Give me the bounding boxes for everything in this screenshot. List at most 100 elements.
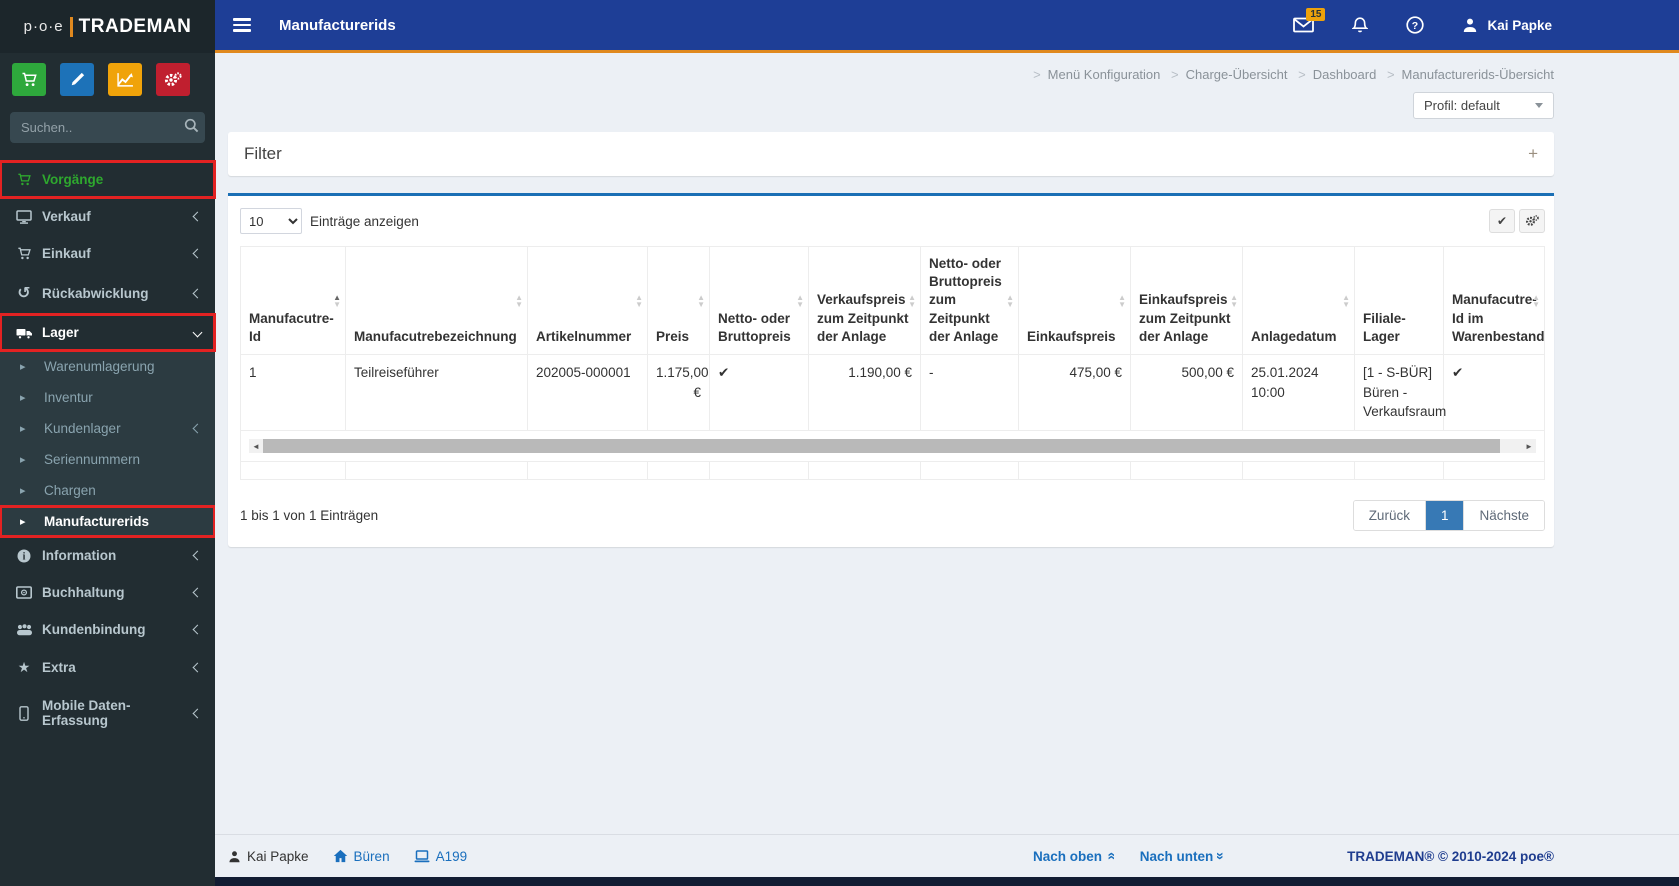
pagination-page-1-button[interactable]: 1 [1424, 501, 1464, 531]
quick-settings-button[interactable] [156, 63, 190, 96]
info-icon: i [14, 549, 34, 563]
sidebar: p·o·e TRADEMAN Suchen.. Vorgänge Verkauf… [0, 0, 216, 886]
column-header-anlagedatum[interactable]: ▲ ▼ Anlagedatum [1242, 245, 1355, 356]
sidebar-subitem-manufacturerids[interactable]: ▸ Manufacturerids [0, 505, 216, 538]
breadcrumb-item[interactable]: Menü Konfiguration [1026, 67, 1160, 82]
sidebar-item-information[interactable]: i Information [0, 537, 215, 574]
sidebar-item-kundenbindung[interactable]: Kundenbindung [0, 611, 215, 648]
column-header-artikelnummer[interactable]: ▲ ▼ Artikelnummer [527, 245, 648, 356]
column-header-manufacutrebezeichnung[interactable]: ▲ ▼ Manufacutrebezeichnung [345, 245, 528, 356]
bell-icon [1352, 16, 1369, 34]
sidebar-item-label: Buchhaltung [42, 585, 125, 600]
scrollbar-thumb[interactable] [263, 439, 1500, 454]
sidebar-subitem-label: Inventur [44, 390, 93, 405]
breadcrumb-item[interactable]: Manufacturerids-Übersicht [1380, 67, 1554, 82]
pagination-next-button[interactable]: Nächste [1463, 501, 1544, 531]
page-length-select[interactable]: 10 [240, 208, 302, 234]
sidebar-item-extra[interactable]: ★ Extra [0, 648, 215, 687]
sidebar-subitem-inventur[interactable]: ▸ Inventur [0, 382, 215, 413]
breadcrumb-item[interactable]: Charge-Übersicht [1164, 67, 1287, 82]
logo-brand-text: TRADEMAN [78, 15, 192, 37]
notifications-button[interactable] [1352, 16, 1369, 34]
caret-right-icon: ▸ [20, 485, 26, 497]
select-all-button[interactable]: ✔ [1489, 209, 1515, 233]
user-menu-button[interactable]: Kai Papke [1462, 17, 1552, 33]
sort-icons: ▲ ▼ [796, 294, 804, 309]
column-header-preis[interactable]: ▲ ▼ Preis [647, 245, 710, 356]
sort-icons: ▲ ▼ [333, 294, 341, 309]
sort-icons: ▲ ▼ [697, 294, 705, 309]
sidebar-subitem-chargen[interactable]: ▸ Chargen [0, 475, 215, 506]
chevron-left-icon [192, 587, 203, 598]
cell-filiale-lager: [1 - S-BÜR] Büren - Verkaufsraum [1354, 354, 1446, 432]
sidebar-item-verkauf[interactable]: Verkauf [0, 198, 215, 235]
footer-user: Kai Papke [228, 849, 309, 864]
search-input[interactable] [10, 112, 205, 143]
sort-desc-icon: ▼ [515, 300, 523, 310]
search-submit-button[interactable] [184, 118, 199, 133]
messages-count-badge: 15 [1306, 8, 1326, 21]
sidebar-item-rueckabwicklung[interactable]: ↺ Rückabwicklung [0, 272, 215, 314]
scroll-to-bottom-link[interactable]: Nach unten » [1140, 848, 1229, 864]
user-name: Kai Papke [1487, 17, 1552, 33]
sidebar-toggle-button[interactable] [233, 18, 251, 32]
sidebar-item-label: Verkauf [42, 209, 91, 224]
column-header-einkaufspreis[interactable]: ▲ ▼ Einkaufspreis [1018, 245, 1131, 356]
profile-select[interactable]: Profil: default [1413, 92, 1554, 119]
search-icon [184, 118, 199, 133]
column-header-verkaufspreis-zum-zeitpunkt[interactable]: ▲ ▼ Verkaufspreis zum Zeitpunkt der Anlag… [808, 245, 921, 356]
column-header-netto-brutto-zum-zeitpunkt[interactable]: ▲ ▼ Netto- oder Bruttopreis zum Zeitpunkt… [920, 245, 1019, 356]
column-header-manufacutre-id-im-warenbestand[interactable]: ▲ ▼ Manufacutre-Id im Warenbestand [1443, 245, 1545, 356]
quick-cart-button[interactable] [12, 63, 46, 96]
sort-desc-icon: ▼ [1532, 300, 1540, 310]
table-settings-button[interactable] [1519, 209, 1545, 233]
help-button[interactable]: ? [1406, 16, 1425, 34]
footer-device-link[interactable]: A199 [414, 849, 467, 864]
lager-submenu: ▸ Warenumlagerung ▸ Inventur ▸ Kundenlag… [0, 351, 216, 538]
table-bottom-bar: 1 bis 1 von 1 Einträgen Zurück 1 Nächste [240, 500, 1545, 532]
column-header-netto-oder-bruttopreis[interactable]: ▲ ▼ Netto- oder Bruttopreis [709, 245, 809, 356]
sidebar-subitem-warenumlagerung[interactable]: ▸ Warenumlagerung [0, 351, 215, 382]
scroll-right-arrow-icon[interactable]: ► [1522, 441, 1536, 451]
column-header-filiale-lager[interactable]: Filiale-Lager [1354, 245, 1444, 356]
double-chevron-down-icon: » [1213, 852, 1230, 860]
copyright-text: TRADEMAN® © 2010-2024 poe® [1347, 848, 1554, 864]
chevron-left-icon [192, 211, 203, 222]
sidebar-item-mobile-daten-erfassung[interactable]: Mobile Daten-Erfassung [0, 687, 215, 739]
cell-anlagedatum: 25.01.2024 10:00 [1242, 354, 1355, 432]
scroll-left-arrow-icon[interactable]: ◄ [249, 441, 263, 451]
user-icon [228, 850, 241, 863]
sidebar-item-label: Lager [42, 325, 79, 340]
breadcrumb-item[interactable]: Dashboard [1291, 67, 1376, 82]
cell-warenbestand-check: ✔ [1443, 354, 1545, 432]
sidebar-item-buchhaltung[interactable]: Buchhaltung [0, 574, 215, 611]
sidebar-menu: Vorgänge Verkauf Einkauf ↺ Rückabwicklun… [0, 160, 216, 739]
quick-chart-button[interactable] [108, 63, 142, 96]
pagination-prev-button[interactable]: Zurück [1353, 501, 1425, 531]
sidebar-item-einkauf[interactable]: Einkauf [0, 235, 215, 272]
messages-button[interactable]: 15 [1293, 8, 1326, 33]
horizontal-scrollbar[interactable]: ◄ ► [249, 439, 1536, 454]
sidebar-item-label: Mobile Daten-Erfassung [42, 698, 131, 728]
chevron-down-icon [192, 327, 203, 338]
quick-edit-button[interactable] [60, 63, 94, 96]
sidebar-item-lager[interactable]: Lager [0, 313, 216, 352]
footer-location-link[interactable]: Büren [333, 849, 390, 864]
cell-einkaufspreis-anlage: 500,00 € [1130, 354, 1243, 432]
sidebar-subitem-seriennummern[interactable]: ▸ Seriennummern [0, 444, 215, 475]
sidebar-subitem-kundenlager[interactable]: ▸ Kundenlager [0, 413, 215, 444]
filter-expand-button[interactable]: + [1528, 144, 1538, 164]
question-circle-icon: ? [1406, 16, 1425, 34]
sidebar-item-label: Einkauf [42, 246, 91, 261]
sidebar-item-vorgaenge[interactable]: Vorgänge [0, 160, 216, 199]
scroll-to-top-link[interactable]: Nach oben » [1033, 848, 1118, 864]
plus-icon: + [1528, 144, 1538, 163]
table-footer-row [240, 461, 1545, 481]
manufacturerids-table-panel: 10 Einträge anzeigen ✔ ▲ ▼ Manufacutre-I… [228, 193, 1554, 548]
column-header-einkaufspreis-zum-zeitpunkt[interactable]: ▲ ▼ Einkaufspreis zum Zeitpunkt der Anlag… [1130, 245, 1243, 356]
sort-icons: ▲ ▼ [515, 294, 523, 310]
table-row[interactable]: 1 Teilreiseführer 202005-000001 1.175,00… [240, 354, 1545, 432]
chevron-left-icon [192, 423, 203, 434]
filter-panel: Filter + [228, 132, 1554, 176]
column-header-manufacutre-id[interactable]: ▲ ▼ Manufacutre-Id [240, 245, 346, 356]
